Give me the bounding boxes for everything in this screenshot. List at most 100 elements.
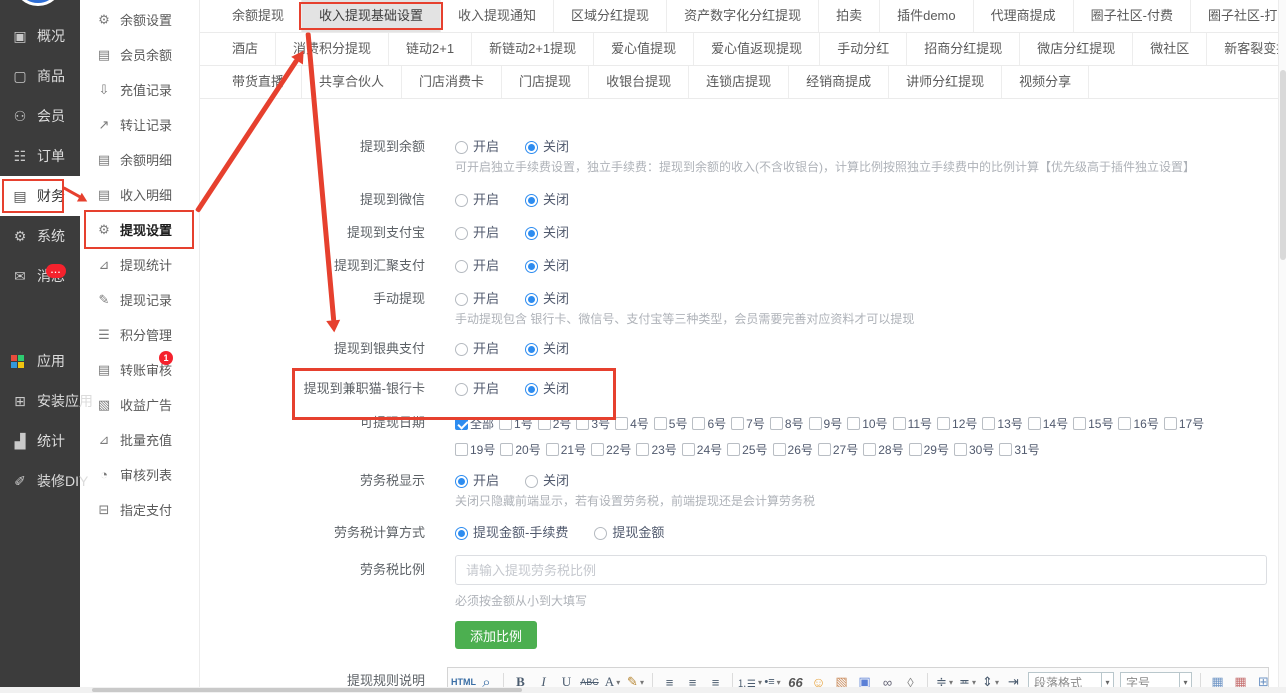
radio-option-开启[interactable]: 开启 xyxy=(455,258,499,274)
radio-selected-icon[interactable] xyxy=(525,141,538,154)
tab-爱心值返现提现[interactable]: 爱心值返现提现 xyxy=(694,33,820,65)
radio-option-关闭[interactable]: 关闭 xyxy=(525,473,569,489)
menu-item-充值记录[interactable]: ⇩充值记录 xyxy=(80,72,199,107)
checkbox-icon[interactable] xyxy=(809,417,822,430)
checkbox-13号[interactable]: 13号 xyxy=(982,415,1022,432)
sidebar-item-系统[interactable]: ⚙系统 xyxy=(0,216,80,256)
radio-option-关闭[interactable]: 关闭 xyxy=(525,192,569,208)
tab-微店分红提现[interactable]: 微店分红提现 xyxy=(1020,33,1133,65)
checkbox-icon[interactable] xyxy=(654,417,667,430)
checkbox-29号[interactable]: 29号 xyxy=(909,441,949,458)
sidebar-item-商品[interactable]: ▢商品 xyxy=(0,56,80,96)
checkbox-22号[interactable]: 22号 xyxy=(591,441,631,458)
checkbox-10号[interactable]: 10号 xyxy=(847,415,887,432)
radio-selected-icon[interactable] xyxy=(525,260,538,273)
tab-共享合伙人[interactable]: 共享合伙人 xyxy=(302,66,402,98)
tab-手动分红[interactable]: 手动分红 xyxy=(820,33,907,65)
checkbox-19号[interactable]: 19号 xyxy=(455,441,495,458)
radio-option-提现金额[interactable]: 提现金额 xyxy=(594,525,664,541)
menu-item-收益广告[interactable]: ▧收益广告 xyxy=(80,387,199,422)
radio-option-关闭[interactable]: 关闭 xyxy=(525,258,569,274)
checkbox-icon[interactable] xyxy=(982,417,995,430)
menu-item-审核列表[interactable]: ◔审核列表 xyxy=(80,457,199,492)
checkbox-20号[interactable]: 20号 xyxy=(500,441,540,458)
checkbox-icon[interactable] xyxy=(1028,417,1041,430)
horizontal-scrollbar[interactable] xyxy=(0,687,1286,693)
checkbox-icon[interactable] xyxy=(682,443,695,456)
checkbox-21号[interactable]: 21号 xyxy=(546,441,586,458)
radio-option-关闭[interactable]: 关闭 xyxy=(525,381,569,397)
checkbox-icon[interactable] xyxy=(954,443,967,456)
checkbox-12号[interactable]: 12号 xyxy=(937,415,977,432)
tab-新链动2+1提现[interactable]: 新链动2+1提现 xyxy=(472,33,594,65)
menu-item-提现记录[interactable]: ✎提现记录 xyxy=(80,282,199,317)
menu-item-批量充值[interactable]: ⊿批量充值 xyxy=(80,422,199,457)
checkbox-icon[interactable] xyxy=(818,443,831,456)
checkbox-31号[interactable]: 31号 xyxy=(999,441,1039,458)
tab-余额提现[interactable]: 余额提现 xyxy=(215,0,302,32)
checkbox-9号[interactable]: 9号 xyxy=(809,415,843,432)
tab-收银台提现[interactable]: 收银台提现 xyxy=(589,66,689,98)
radio-option-关闭[interactable]: 关闭 xyxy=(525,225,569,241)
radio-icon[interactable] xyxy=(455,227,468,240)
sidebar-item-会员[interactable]: ⚇会员 xyxy=(0,96,80,136)
menu-item-积分管理[interactable]: ☰积分管理 xyxy=(80,317,199,352)
tab-门店消费卡[interactable]: 门店消费卡 xyxy=(402,66,502,98)
tab-拍卖[interactable]: 拍卖 xyxy=(819,0,880,32)
tab-链动2+1[interactable]: 链动2+1 xyxy=(389,33,472,65)
checkbox-11号[interactable]: 11号 xyxy=(893,415,932,432)
checkbox-17号[interactable]: 17号 xyxy=(1164,415,1204,432)
checkbox-icon[interactable] xyxy=(999,443,1012,456)
tab-视频分享[interactable]: 视频分享 xyxy=(1002,66,1089,98)
radio-icon[interactable] xyxy=(455,343,468,356)
radio-option-关闭[interactable]: 关闭 xyxy=(525,139,569,155)
checkbox-7号[interactable]: 7号 xyxy=(731,415,765,432)
radio-option-提现金额-手续费[interactable]: 提现金额-手续费 xyxy=(455,525,568,541)
tab-收入提现通知[interactable]: 收入提现通知 xyxy=(441,0,554,32)
radio-option-开启[interactable]: 开启 xyxy=(455,291,499,307)
tab-圈子社区-打赏[interactable]: 圈子社区-打赏 xyxy=(1191,0,1286,32)
radio-icon[interactable] xyxy=(455,293,468,306)
sidebar-item-消息[interactable]: ✉消息... xyxy=(0,256,80,296)
menu-item-余额明细[interactable]: ▤余额明细 xyxy=(80,142,199,177)
tab-酒店[interactable]: 酒店 xyxy=(215,33,276,65)
checkbox-4号[interactable]: 4号 xyxy=(615,415,649,432)
menu-item-指定支付[interactable]: ⊟指定支付 xyxy=(80,492,199,527)
radio-option-开启[interactable]: 开启 xyxy=(455,139,499,155)
tab-区域分红提现[interactable]: 区域分红提现 xyxy=(554,0,667,32)
radio-option-开启[interactable]: 开启 xyxy=(455,473,499,489)
checkbox-icon[interactable] xyxy=(727,443,740,456)
checkbox-icon[interactable] xyxy=(692,417,705,430)
tab-讲师分红提现[interactable]: 讲师分红提现 xyxy=(889,66,1002,98)
checkbox-icon[interactable] xyxy=(1164,417,1177,430)
menu-item-提现统计[interactable]: ⊿提现统计 xyxy=(80,247,199,282)
checkbox-icon[interactable] xyxy=(770,417,783,430)
checkbox-icon[interactable] xyxy=(731,417,744,430)
tab-微社区[interactable]: 微社区 xyxy=(1133,33,1207,65)
sidebar-item-财务[interactable]: ▤财务 xyxy=(0,176,80,216)
sidebar-item-概况[interactable]: ▣概况 xyxy=(0,16,80,56)
radio-option-开启[interactable]: 开启 xyxy=(455,192,499,208)
tax-ratio-input[interactable] xyxy=(455,555,1267,585)
menu-item-转账审核[interactable]: ▤转账审核1 xyxy=(80,352,199,387)
radio-selected-icon[interactable] xyxy=(525,293,538,306)
checkbox-icon[interactable] xyxy=(455,443,468,456)
checkbox-14号[interactable]: 14号 xyxy=(1028,415,1068,432)
radio-selected-icon[interactable] xyxy=(525,383,538,396)
checkbox-icon[interactable] xyxy=(1118,417,1131,430)
tab-新客裂变提现[interactable]: 新客裂变提现 xyxy=(1207,33,1286,65)
sidebar-item-安装应用[interactable]: ⊞安装应用 xyxy=(0,381,80,421)
checkbox-icon[interactable] xyxy=(847,417,860,430)
tab-代理商提成[interactable]: 代理商提成 xyxy=(974,0,1074,32)
checkbox-28号[interactable]: 28号 xyxy=(863,441,903,458)
menu-item-会员余额[interactable]: ▤会员余额 xyxy=(80,37,199,72)
checkbox-27号[interactable]: 27号 xyxy=(818,441,858,458)
checkbox-icon[interactable] xyxy=(546,443,559,456)
radio-option-关闭[interactable]: 关闭 xyxy=(525,341,569,357)
sidebar-item-应用[interactable]: 应用 xyxy=(0,341,80,381)
checkbox-5号[interactable]: 5号 xyxy=(654,415,688,432)
radio-selected-icon[interactable] xyxy=(455,527,468,540)
checkbox-26号[interactable]: 26号 xyxy=(773,441,813,458)
menu-item-转让记录[interactable]: ↗转让记录 xyxy=(80,107,199,142)
radio-option-关闭[interactable]: 关闭 xyxy=(525,291,569,307)
